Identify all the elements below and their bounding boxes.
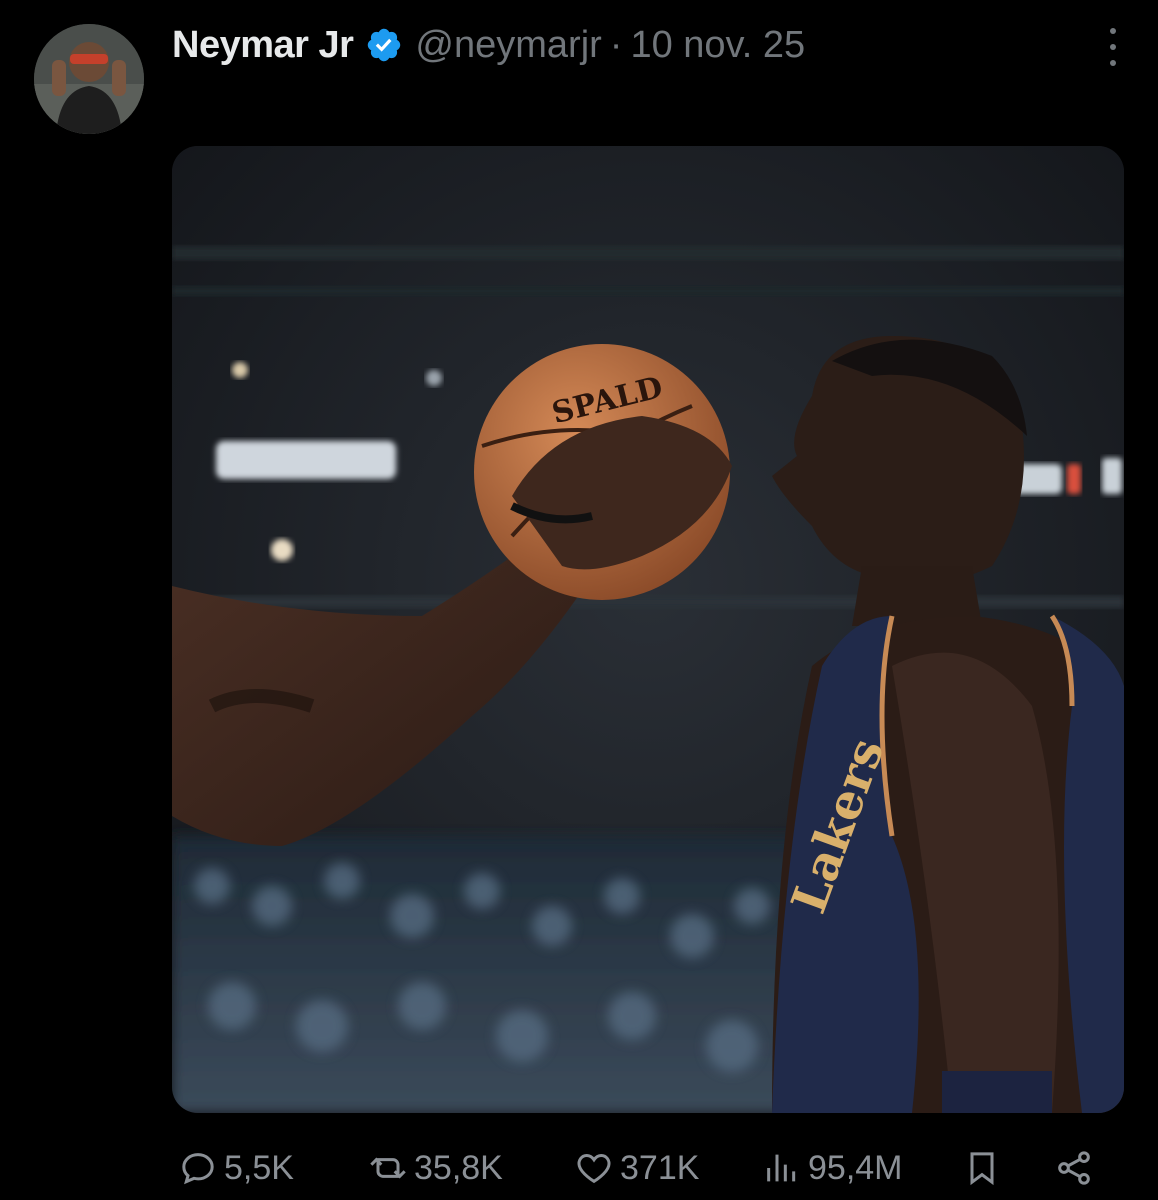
- more-vertical-icon[interactable]: [1106, 28, 1120, 66]
- media-photo: SPALD Lakers: [172, 146, 1124, 1113]
- views-count: 95,4M: [808, 1148, 903, 1187]
- avatar[interactable]: [34, 24, 144, 134]
- tweet-header: Neymar Jr @neymarjr · 10 nov. 25: [172, 20, 805, 70]
- avatar-photo: [34, 24, 144, 134]
- bookmark-icon: [970, 1152, 994, 1186]
- tweet-actions: 5,5K 35,8K 371K 95,4M: [172, 1140, 1102, 1196]
- display-name[interactable]: Neymar Jr: [172, 24, 354, 67]
- verified-badge-icon: [365, 26, 403, 64]
- reply-count: 5,5K: [224, 1148, 294, 1187]
- tweet-date[interactable]: 10 nov. 25: [630, 24, 805, 67]
- retweet-count: 35,8K: [414, 1148, 503, 1187]
- tweet: Neymar Jr @neymarjr · 10 nov. 25 SPALD L…: [0, 0, 1158, 1200]
- views-chart-icon: [767, 1154, 796, 1182]
- separator-dot: ·: [609, 23, 623, 66]
- heart-icon: [577, 1153, 611, 1184]
- tweet-media[interactable]: SPALD Lakers: [172, 146, 1124, 1113]
- retweet-button[interactable]: 35,8K: [368, 1148, 503, 1188]
- reply-icon: [182, 1153, 214, 1185]
- reply-button[interactable]: 5,5K: [178, 1148, 294, 1188]
- like-count: 371K: [620, 1148, 700, 1187]
- share-button[interactable]: [1054, 1148, 1100, 1188]
- bookmark-button[interactable]: [962, 1148, 1008, 1188]
- views-button[interactable]: 95,4M: [762, 1148, 903, 1188]
- like-button[interactable]: 371K: [574, 1148, 699, 1188]
- retweet-icon: [370, 1157, 406, 1179]
- handle[interactable]: @neymarjr: [415, 24, 601, 67]
- share-icon: [1058, 1151, 1090, 1185]
